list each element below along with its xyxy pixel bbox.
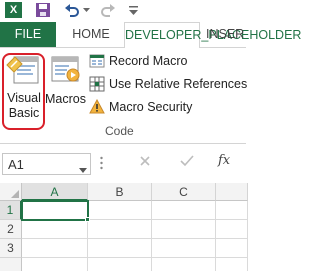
cell[interactable] [216, 220, 248, 239]
tab-developer[interactable]: DEVELOPER_PLACEHOLDER [124, 22, 301, 48]
cell[interactable] [88, 220, 152, 239]
group-label-code: Code [105, 124, 134, 138]
record-macro-label: Record Macro [109, 54, 188, 68]
worksheet-grid: A B C 1 2 3 [0, 183, 248, 271]
chevron-down-icon[interactable] [79, 162, 87, 176]
row-header-2[interactable]: 2 [0, 220, 22, 239]
customize-toolbar-icon[interactable] [129, 5, 138, 19]
cell[interactable] [88, 201, 152, 220]
row-header-1[interactable]: 1 [0, 201, 22, 220]
cell[interactable] [88, 258, 152, 271]
tab-file[interactable]: FILE [0, 22, 56, 47]
formula-bar: A1 fx [0, 144, 246, 183]
cell[interactable] [216, 201, 248, 220]
cell[interactable] [152, 220, 216, 239]
column-header-b[interactable]: B [88, 183, 152, 201]
cell[interactable] [22, 258, 88, 271]
select-all-button[interactable] [0, 183, 22, 201]
visual-basic-label-line2: Basic [8, 106, 40, 120]
column-header-c[interactable]: C [152, 183, 216, 201]
active-cell-a1[interactable] [21, 200, 89, 221]
macros-icon [50, 54, 82, 89]
cell[interactable] [216, 239, 248, 258]
name-box-value: A1 [8, 157, 24, 172]
column-header-d[interactable] [216, 183, 248, 201]
quick-access-toolbar: X [0, 0, 246, 22]
macros-label: Macros [45, 92, 86, 106]
cell[interactable] [22, 239, 88, 258]
tab-insert[interactable]: INSER [206, 22, 256, 47]
use-relative-references-label: Use Relative References [109, 77, 248, 91]
relative-references-icon [89, 76, 105, 95]
cell[interactable] [22, 220, 88, 239]
undo-dropdown-icon[interactable] [83, 4, 90, 18]
visual-basic-icon [6, 53, 40, 88]
record-macro-icon [89, 53, 105, 72]
ribbon-code-group: Visual Basic Macros Record Macro Use Rel… [0, 48, 248, 143]
cell[interactable] [152, 201, 216, 220]
macro-security-label: Macro Security [109, 100, 193, 114]
save-icon[interactable] [35, 2, 51, 21]
warning-icon [89, 98, 105, 118]
column-header-a[interactable]: A [22, 183, 88, 201]
cell[interactable] [216, 258, 248, 271]
fill-handle[interactable] [85, 217, 90, 222]
cancel-icon[interactable] [139, 155, 151, 170]
cell[interactable] [88, 239, 152, 258]
use-relative-references-button[interactable]: Use Relative References [89, 75, 248, 95]
excel-logo-icon: X [5, 2, 22, 18]
insert-function-button[interactable]: fx [218, 153, 230, 168]
visual-basic-button[interactable]: Visual Basic [2, 53, 45, 130]
record-macro-button[interactable]: Record Macro [89, 52, 239, 70]
undo-icon[interactable] [64, 2, 80, 21]
macro-security-button[interactable]: Macro Security [89, 98, 219, 116]
formula-bar-grip-icon[interactable] [100, 156, 103, 173]
row-header-3[interactable]: 3 [0, 239, 22, 258]
name-box[interactable]: A1 [2, 153, 91, 175]
tab-home[interactable]: HOME [66, 22, 116, 47]
visual-basic-label-line1: Visual [7, 91, 41, 105]
cell[interactable] [152, 239, 216, 258]
ribbon-tabs: FILE HOME DEVELOPER_PLACEHOLDER INSER [0, 22, 301, 48]
row-header-4[interactable] [0, 258, 22, 271]
cell[interactable] [152, 258, 216, 271]
redo-icon[interactable] [100, 2, 116, 21]
macros-button[interactable]: Macros [45, 53, 86, 113]
enter-check-icon[interactable] [180, 155, 194, 170]
